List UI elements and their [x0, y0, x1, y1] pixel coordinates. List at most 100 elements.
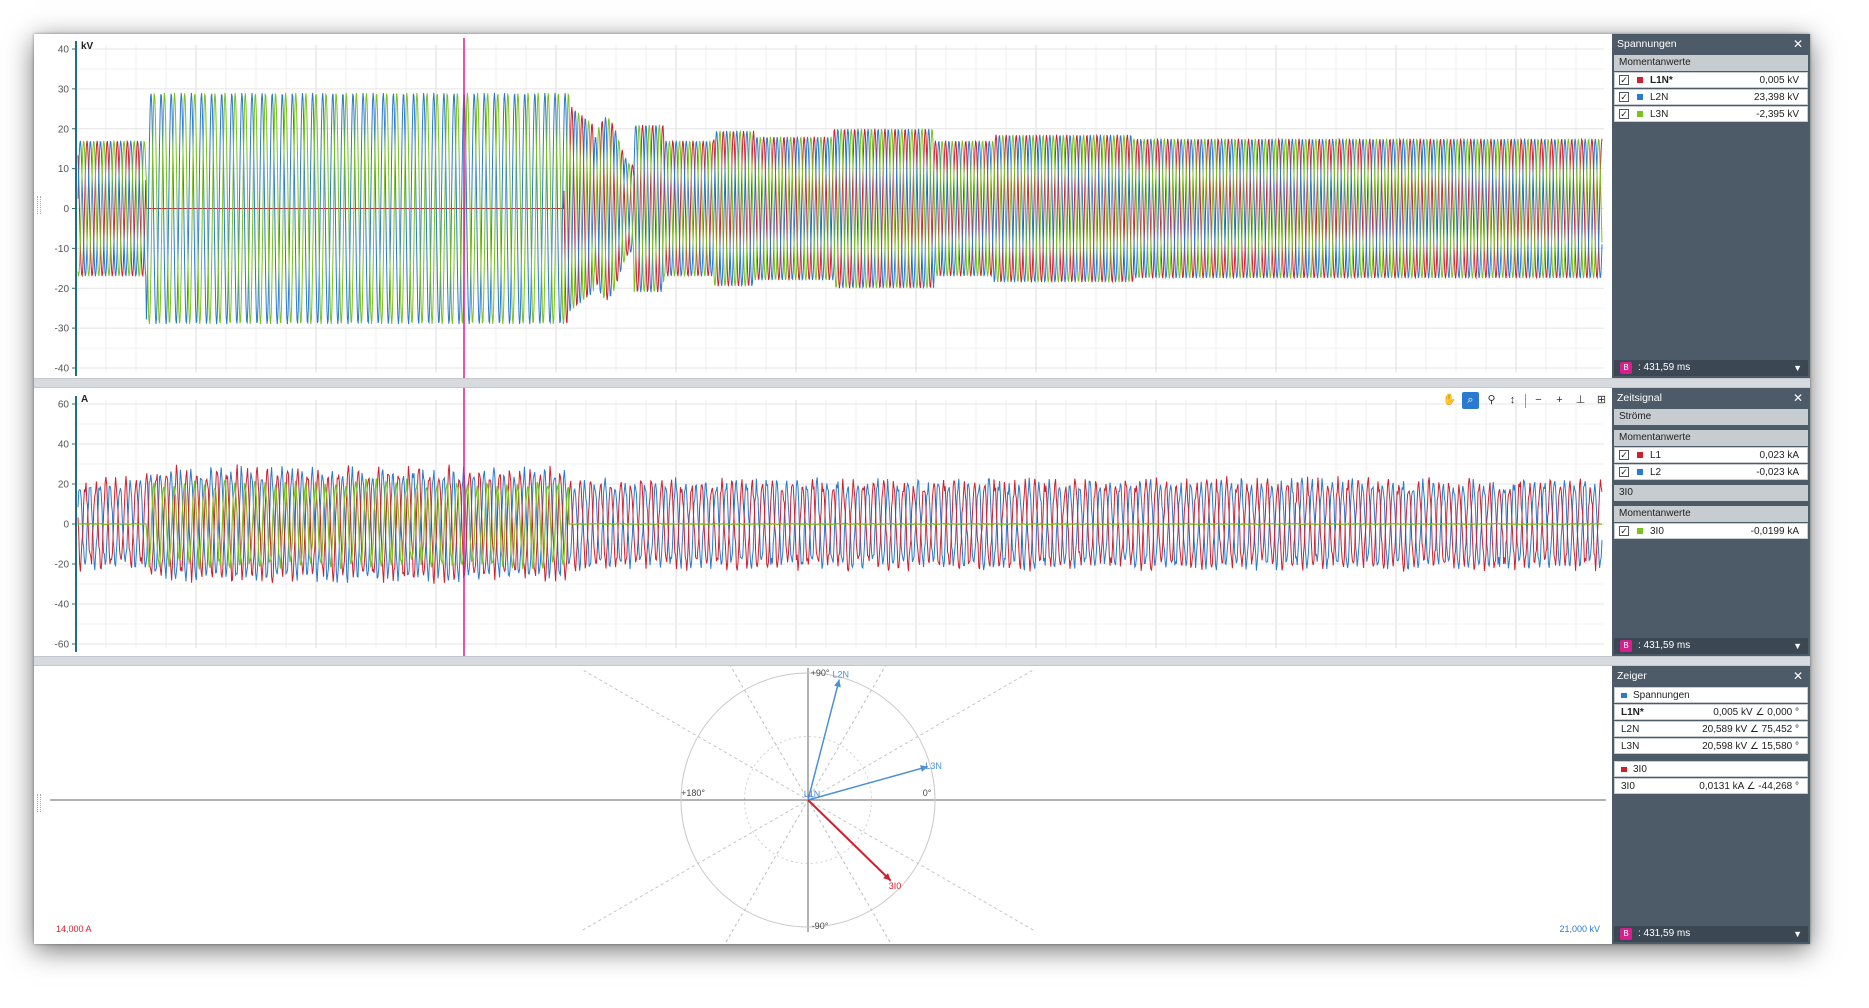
voltage-scale-label: 21,000 kV: [1559, 924, 1600, 934]
plot-toolbar: ✋ ⌕ ⚲ ↕ − + ⊥ ⊞: [1441, 392, 1610, 410]
group-header[interactable]: 3I0: [1614, 485, 1808, 501]
value-row[interactable]: ✓ L1 0,023 kA: [1614, 447, 1808, 463]
y-tick-label: -20: [55, 284, 70, 295]
cursor-time-selector[interactable]: B : 431,59 ms ▼: [1614, 926, 1808, 942]
voltage-pane: 40 30 20 10 0 -10 -20 -30 -40 kV Spannungen ✕ Mom…: [34, 34, 1810, 378]
channel-value: 0,0131 kA ∠ -44,268 °: [1699, 781, 1799, 792]
zoom-box-icon[interactable]: ⌕: [1462, 392, 1479, 409]
channel-name: L3N: [1650, 109, 1669, 120]
y-tick-label: -20: [55, 560, 70, 571]
side-title: Zeitsignal: [1617, 392, 1662, 404]
phasor-diagram[interactable]: +90° -90° +180° 0° 14,000 A 21,000 kV L2N L3N L1…: [34, 666, 1612, 944]
pane-splitter[interactable]: [34, 378, 1810, 388]
unit-label: A: [81, 394, 88, 405]
checkbox[interactable]: ✓: [1619, 467, 1629, 477]
cursor-time: : 431,59 ms: [1638, 640, 1691, 651]
plus-icon[interactable]: +: [1551, 392, 1568, 409]
phasor-row[interactable]: L1N* 0,005 kV ∠ 0,000 °: [1614, 704, 1808, 720]
value-row[interactable]: ✓ L2N 23,398 kV: [1614, 89, 1808, 105]
fit-all-icon[interactable]: ⊞: [1593, 392, 1610, 409]
channel-name: L2N: [1650, 92, 1669, 103]
channel-name: 3I0: [1621, 781, 1635, 792]
channel-value: -0,023 kA: [1756, 467, 1799, 478]
phasor-row[interactable]: L2N 20,589 kV ∠ 75,452 °: [1614, 721, 1808, 737]
channel-name: L2: [1650, 467, 1662, 478]
phasor-label: L3N: [925, 761, 942, 771]
current-waveform-plot[interactable]: 60 40 20 0 -20 -40 -60 A: [34, 388, 1612, 656]
close-icon[interactable]: ✕: [1793, 34, 1803, 54]
checkbox[interactable]: ✓: [1619, 526, 1629, 536]
channel-name: L3N: [1621, 741, 1640, 752]
zoom-icon[interactable]: ⚲: [1483, 392, 1500, 409]
channel-value: 0,023 kA: [1759, 450, 1799, 461]
legend-swatch: [1621, 767, 1627, 772]
channel-value: 0,005 kV ∠ 0,000 °: [1713, 707, 1799, 718]
channel-value: 20,589 kV ∠ 75,452 °: [1702, 724, 1799, 735]
y-tick-label: 0: [63, 204, 69, 215]
cursor-time-selector[interactable]: B : 431,59 ms ▼: [1614, 360, 1808, 376]
y-tick-label: -40: [55, 600, 70, 611]
channel-name: L1: [1650, 450, 1662, 461]
current-side-panel: Zeitsignal ✕ Ströme Momentanwerte ✓ L1 0,0…: [1612, 388, 1810, 656]
fit-icon[interactable]: ⊥: [1572, 392, 1589, 409]
group-header[interactable]: 3I0: [1614, 761, 1808, 777]
minus-icon[interactable]: −: [1530, 392, 1547, 409]
section-header: Momentanwerte: [1614, 430, 1808, 446]
angle-label: -90°: [812, 921, 829, 931]
phasor-current-list: 3I0 0,0131 kA ∠ -44,268 °: [1612, 778, 1810, 794]
close-icon[interactable]: ✕: [1793, 666, 1803, 686]
checkbox[interactable]: ✓: [1619, 75, 1629, 85]
cursor-time-selector[interactable]: B : 431,59 ms ▼: [1614, 638, 1808, 654]
value-row[interactable]: ✓ L2 -0,023 kA: [1614, 464, 1808, 480]
current-value-list: ✓ L1 0,023 kA ✓ L2 -0,023 kA: [1612, 447, 1810, 480]
phasor-pane: +90° -90° +180° 0° 14,000 A 21,000 kV L2N L3N L1…: [34, 666, 1810, 944]
current-scale-label: 14,000 A: [56, 924, 92, 934]
value-row[interactable]: ✓ 3I0 -0,0199 kA: [1614, 523, 1808, 539]
y-tick-label: -60: [55, 640, 70, 651]
color-swatch: [1637, 452, 1643, 458]
channel-name: L2N: [1621, 724, 1640, 735]
phasor-arrow: [807, 679, 840, 801]
group-label: 3I0: [1633, 764, 1647, 775]
current-pane: 60 40 20 0 -20 -40 -60 A ✋ ⌕ ⚲ ↕ − + ⊥ ⊞ Zeitsi…: [34, 388, 1810, 656]
y-tick-label: 40: [58, 440, 70, 451]
checkbox[interactable]: ✓: [1619, 92, 1629, 102]
pane-splitter[interactable]: [34, 656, 1810, 666]
value-row[interactable]: ✓ L1N* 0,005 kV: [1614, 72, 1808, 88]
checkbox[interactable]: ✓: [1619, 450, 1629, 460]
phasor-row[interactable]: 3I0 0,0131 kA ∠ -44,268 °: [1614, 778, 1808, 794]
close-icon[interactable]: ✕: [1793, 388, 1803, 408]
hand-icon[interactable]: ✋: [1441, 392, 1458, 409]
y-tick-label: 20: [58, 480, 70, 491]
chevron-down-icon[interactable]: ▼: [1793, 638, 1802, 654]
cursor-badge: B: [1620, 640, 1632, 652]
phasor-row[interactable]: L3N 20,598 kV ∠ 15,580 °: [1614, 738, 1808, 754]
zoom-y-icon[interactable]: ↕: [1504, 392, 1521, 409]
channel-name: L1N*: [1650, 75, 1673, 86]
channel-value: 23,398 kV: [1753, 92, 1799, 103]
group-header[interactable]: Ströme: [1614, 409, 1808, 425]
checkbox[interactable]: ✓: [1619, 109, 1629, 119]
y-tick-label: 0: [63, 520, 69, 531]
group-header[interactable]: Spannungen: [1614, 687, 1808, 703]
cursor-badge: B: [1620, 928, 1632, 940]
y-tick-label: 30: [58, 84, 70, 95]
section-header: Momentanwerte: [1614, 506, 1808, 522]
phasor-label: 3I0: [889, 881, 902, 891]
chevron-down-icon[interactable]: ▼: [1793, 926, 1802, 942]
channel-name: L1N*: [1621, 707, 1644, 718]
cursor-time: : 431,59 ms: [1638, 928, 1691, 939]
y-tick-label: 20: [58, 124, 70, 135]
cursor-time: : 431,59 ms: [1638, 362, 1691, 373]
color-swatch: [1637, 528, 1643, 534]
section-header: Momentanwerte: [1614, 55, 1808, 71]
y-tick-label: 40: [58, 45, 70, 56]
value-row[interactable]: ✓ L3N -2,395 kV: [1614, 106, 1808, 122]
chevron-down-icon[interactable]: ▼: [1793, 360, 1802, 376]
voltage-waveform-plot[interactable]: 40 30 20 10 0 -10 -20 -30 -40 kV: [34, 34, 1612, 378]
color-swatch: [1637, 94, 1643, 100]
phasor-label: L2N: [833, 670, 850, 680]
y-tick-label: -40: [55, 364, 70, 375]
channel-name: 3I0: [1650, 526, 1664, 537]
phasor-side-panel: Zeiger ✕ Spannungen L1N* 0,005 kV ∠ 0,000…: [1612, 666, 1810, 944]
